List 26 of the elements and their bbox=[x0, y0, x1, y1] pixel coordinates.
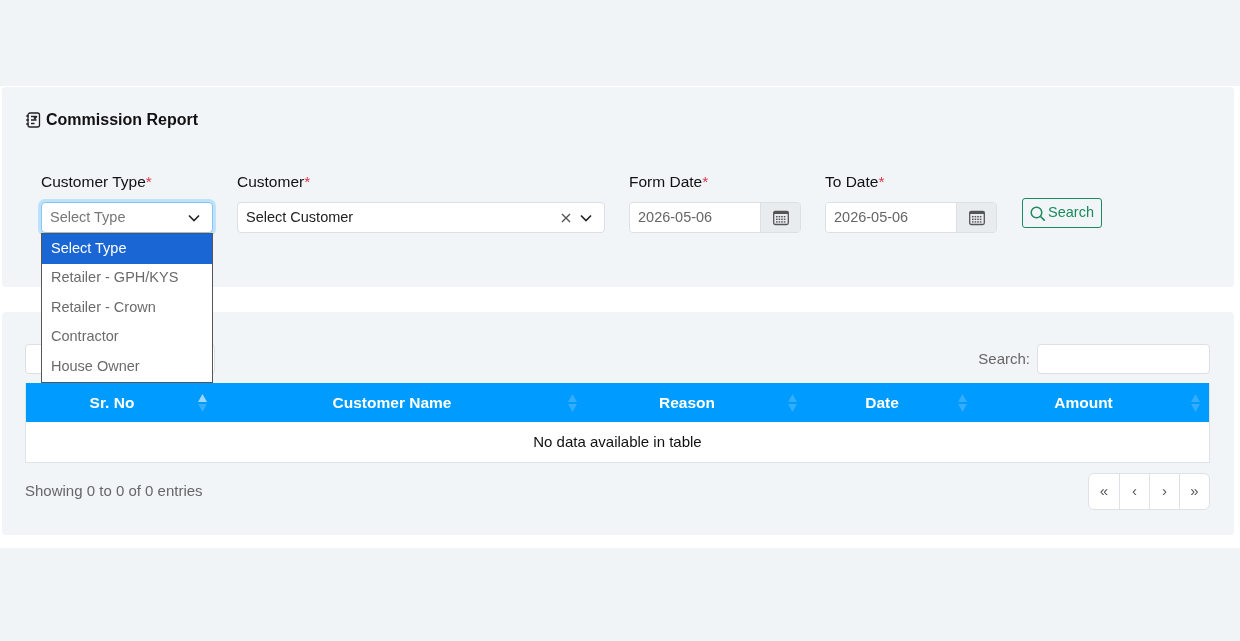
chevron-down-icon bbox=[188, 213, 200, 222]
field-label: Customer Type* bbox=[41, 173, 152, 190]
column-header[interactable]: Customer Name bbox=[216, 383, 586, 422]
search-button[interactable]: Search bbox=[1022, 198, 1102, 228]
field-label: To Date* bbox=[825, 173, 885, 190]
column-header[interactable]: Date bbox=[806, 383, 976, 422]
search-icon bbox=[1030, 205, 1045, 221]
empty-table-message: No data available in table bbox=[533, 431, 702, 452]
field-label: Form Date* bbox=[629, 173, 709, 190]
entries-info: Showing 0 to 0 of 0 entries bbox=[25, 481, 203, 502]
page-button[interactable]: » bbox=[1179, 474, 1209, 509]
list-document-icon bbox=[25, 112, 41, 128]
select-field[interactable]: Select Type bbox=[41, 202, 213, 233]
column-header[interactable]: Sr. No bbox=[26, 383, 216, 422]
report-title: Commission Report bbox=[46, 110, 198, 130]
chevron-down-icon bbox=[580, 213, 592, 222]
column-header[interactable]: Amount bbox=[976, 383, 1209, 422]
select-field[interactable]: Select Customer bbox=[237, 202, 605, 233]
page-button[interactable]: ‹ bbox=[1119, 474, 1149, 509]
field-label: Customer* bbox=[237, 173, 311, 190]
search-label: Search: bbox=[978, 348, 1030, 369]
column-header[interactable]: Reason bbox=[586, 383, 806, 422]
search-field[interactable] bbox=[1037, 344, 1210, 374]
page-button[interactable]: « bbox=[1089, 474, 1119, 509]
page-button[interactable]: › bbox=[1149, 474, 1179, 509]
dropdown-option[interactable]: Select Type bbox=[42, 234, 212, 264]
